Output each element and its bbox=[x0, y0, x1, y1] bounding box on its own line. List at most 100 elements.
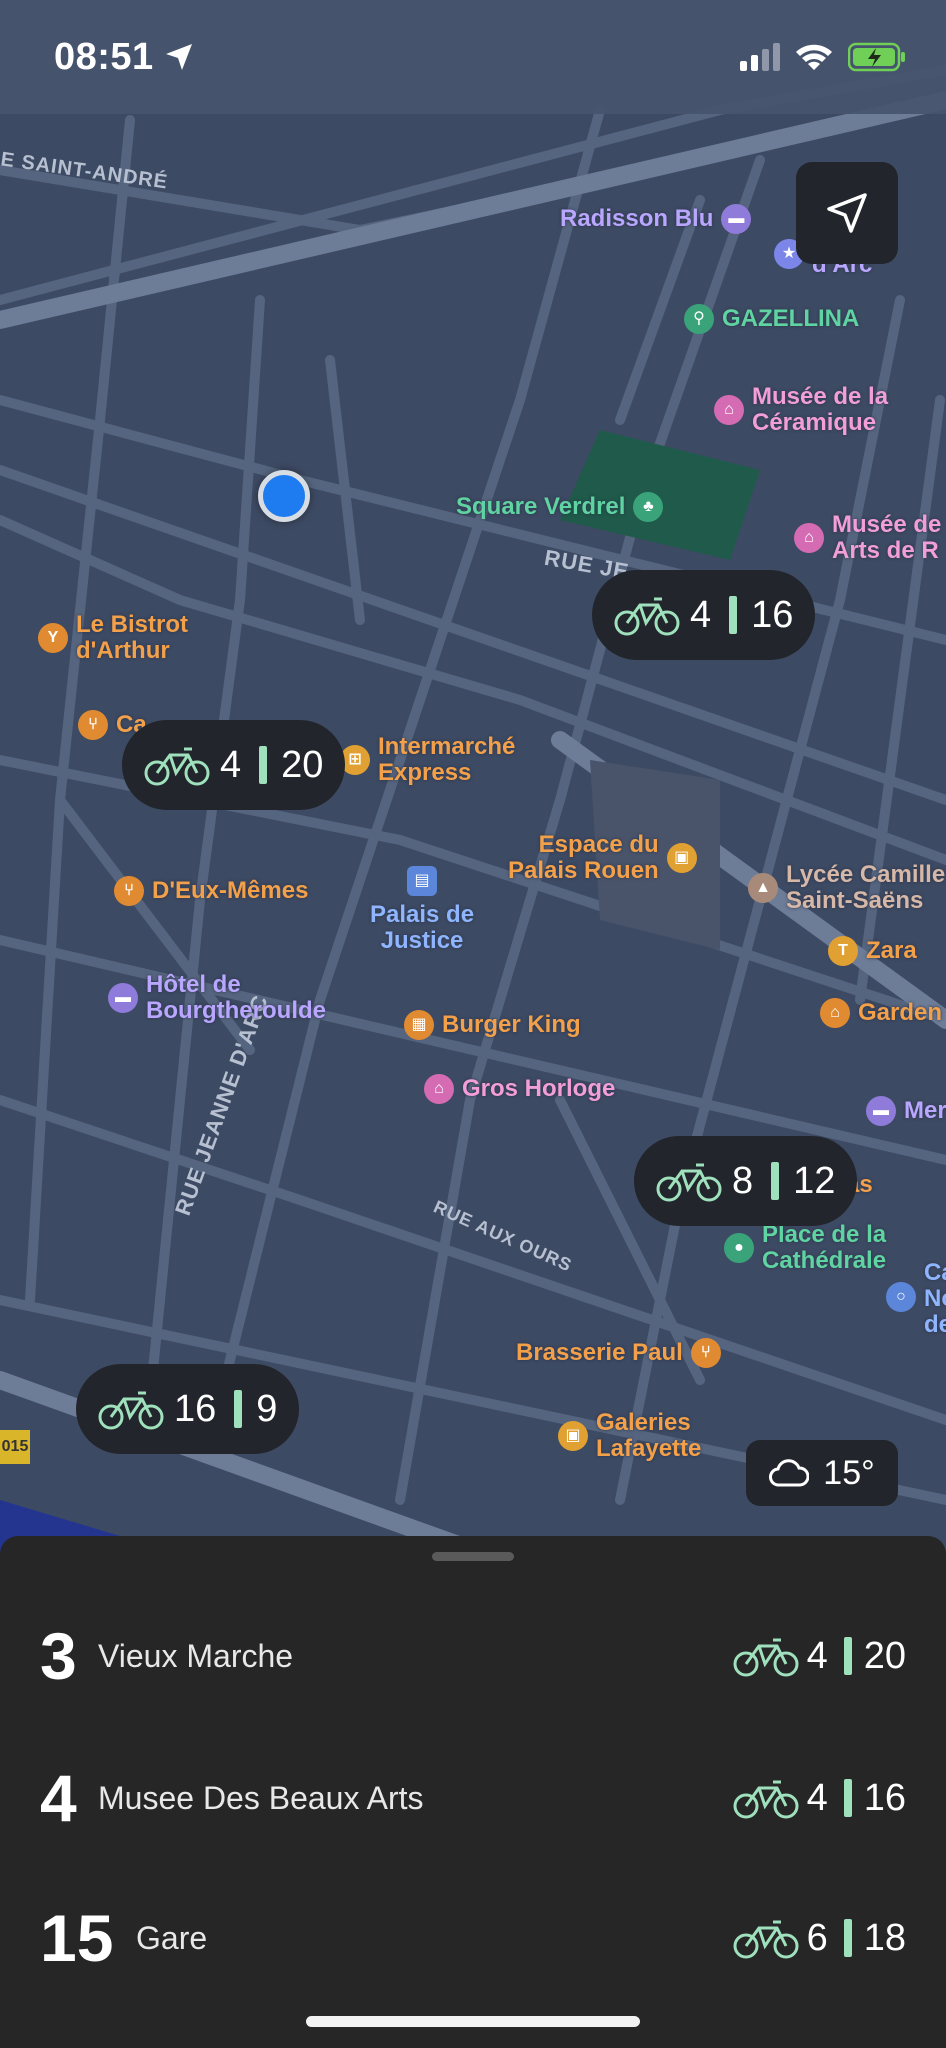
wifi-icon bbox=[796, 44, 832, 70]
poi-deux-memes[interactable]: ⑂ D'Eux-Mêmes bbox=[114, 876, 308, 906]
poi-label: Radisson Blu bbox=[560, 205, 714, 232]
poi-label: Cathédrale bbox=[762, 1247, 887, 1274]
poi-label: Lafayette bbox=[596, 1435, 702, 1462]
restaurant-icon: ⑂ bbox=[78, 710, 108, 740]
poi-zara[interactable]: T Zara bbox=[828, 936, 917, 966]
poi-label: Gros Horloge bbox=[462, 1075, 616, 1102]
dock-bar bbox=[771, 1162, 780, 1200]
poi-label: Hôtel de bbox=[146, 971, 241, 998]
user-location-dot bbox=[258, 470, 310, 522]
poi-burger-king[interactable]: ▦ Burger King bbox=[404, 1010, 581, 1040]
bike-icon bbox=[144, 747, 210, 786]
cocktail-icon: Y bbox=[38, 623, 68, 653]
home-indicator[interactable] bbox=[306, 2016, 640, 2027]
poi-espace-du-palais[interactable]: Espace du Palais Rouen ▣ bbox=[508, 832, 697, 884]
shopping-bag-icon: ▣ bbox=[558, 1421, 588, 1451]
poi-ca-notre-dame[interactable]: ○ CaNode bbox=[886, 1260, 946, 1338]
poi-place-de-la-cathedrale[interactable]: ● Place de la Cathédrale bbox=[724, 1222, 886, 1274]
locate-me-button[interactable] bbox=[796, 162, 898, 264]
poi-label: No bbox=[924, 1285, 946, 1312]
road-number-badge: 015 bbox=[0, 1430, 30, 1464]
walking-icon: ⚲ bbox=[684, 304, 714, 334]
bike-count: 16 bbox=[174, 1387, 217, 1430]
church-icon: ○ bbox=[886, 1282, 916, 1312]
poi-galeries-lafayette[interactable]: ▣ Galeries Lafayette bbox=[558, 1410, 701, 1462]
poi-brasserie-paul[interactable]: Brasserie Paul ⑂ bbox=[516, 1338, 721, 1368]
bike-count: 4 bbox=[220, 743, 242, 786]
station-number: 3 bbox=[40, 1619, 77, 1693]
poi-label: Garden bbox=[858, 999, 943, 1026]
fast-food-icon: ▦ bbox=[404, 1010, 434, 1040]
bike-icon bbox=[614, 597, 680, 636]
hotel-icon: ▬ bbox=[108, 983, 138, 1013]
station-row[interactable]: 4 Musee Des Beaux Arts 4 16 bbox=[0, 1738, 946, 1858]
location-services-icon bbox=[166, 44, 192, 70]
poi-label: Brasserie Paul bbox=[516, 1339, 683, 1366]
stations-bottom-sheet[interactable]: 3 Vieux Marche 4 20 4 Musee Des Beaux Art… bbox=[0, 1536, 946, 2048]
poi-garden[interactable]: ⌂ Garden bbox=[820, 998, 942, 1028]
bike-icon bbox=[733, 1920, 799, 1959]
poi-label: Espace du bbox=[538, 831, 659, 858]
poi-label: Lycée Camille bbox=[786, 861, 946, 888]
landmark-icon: ● bbox=[724, 1233, 754, 1263]
status-time: 08:51 bbox=[54, 36, 154, 78]
bike-icon bbox=[733, 1780, 799, 1819]
bike-count: 4 bbox=[806, 1634, 828, 1677]
station-availability: 4 20 bbox=[733, 1634, 906, 1678]
station-availability: 6 18 bbox=[733, 1916, 906, 1960]
poi-lycee[interactable]: ▲ Lycée Camille Saint-Saëns bbox=[748, 862, 945, 914]
poi-label: Express bbox=[378, 759, 472, 786]
bike-count: 8 bbox=[732, 1159, 754, 1202]
poi-musee-ceramique[interactable]: ⌂ Musée de la Céramique bbox=[714, 384, 888, 436]
poi-musee-arts[interactable]: ⌂ Musée de Arts de R bbox=[794, 512, 941, 564]
poi-radisson-blu[interactable]: Radisson Blu ▬ bbox=[560, 204, 752, 234]
map-view[interactable]: E SAINT-ANDRÉ RUE JE RUE JEANNE D'ARC RU… bbox=[0, 0, 946, 1560]
restaurant-icon: ⑂ bbox=[690, 1338, 721, 1368]
station-number: 4 bbox=[40, 1761, 77, 1835]
station-pin-musee-beaux-arts[interactable]: 4 16 bbox=[592, 570, 816, 660]
dock-count: 12 bbox=[793, 1159, 836, 1202]
bike-count: 4 bbox=[806, 1776, 828, 1819]
station-number: 15 bbox=[40, 1901, 114, 1975]
station-row[interactable]: 15 Gare 6 18 bbox=[0, 1878, 946, 1998]
hotel-icon: ▬ bbox=[866, 1096, 896, 1126]
poi-mer[interactable]: ▬ Mer bbox=[866, 1096, 946, 1126]
poi-hotel-de-bourgtheroulde[interactable]: ▬ Hôtel de Bourgtheroulde bbox=[108, 972, 326, 1024]
poi-square-verdrel[interactable]: Square Verdrel ♣ bbox=[456, 492, 664, 522]
station-row[interactable]: 3 Vieux Marche 4 20 bbox=[0, 1596, 946, 1716]
dock-bar bbox=[843, 1637, 852, 1675]
school-icon: ▲ bbox=[748, 873, 778, 903]
dock-bar bbox=[843, 1919, 852, 1957]
station-pin-cathedrale[interactable]: 8 12 bbox=[634, 1136, 858, 1226]
hotel-icon: ▬ bbox=[721, 204, 752, 234]
poi-label: Arts de R bbox=[832, 537, 939, 564]
sheet-drag-handle[interactable] bbox=[432, 1552, 514, 1561]
poi-palais-de-justice[interactable]: ▤ Palais de Justice bbox=[370, 866, 474, 954]
poi-intermarche[interactable]: ⊞ Intermarché Express bbox=[340, 734, 515, 786]
poi-label: Galeries bbox=[596, 1409, 691, 1436]
poi-label: Palais de bbox=[370, 901, 475, 928]
station-pin-southwest[interactable]: 16 9 bbox=[76, 1364, 300, 1454]
poi-le-bistrot[interactable]: Y Le Bistrot d'Arthur bbox=[38, 612, 188, 664]
bike-icon bbox=[98, 1391, 164, 1430]
dock-bar bbox=[843, 1779, 852, 1817]
station-name: Gare bbox=[136, 1919, 208, 1956]
poi-label: Musée de bbox=[832, 511, 942, 538]
dock-count: 16 bbox=[863, 1776, 906, 1819]
museum-icon: ⌂ bbox=[714, 395, 744, 425]
poi-label: Musée de la bbox=[752, 383, 889, 410]
museum-icon: ⌂ bbox=[424, 1074, 454, 1104]
poi-label: Saint-Saëns bbox=[786, 887, 924, 914]
poi-gazellina[interactable]: ⚲ GAZELLINA bbox=[684, 304, 859, 334]
weather-badge: 15° bbox=[746, 1440, 898, 1506]
station-availability: 4 16 bbox=[733, 1776, 906, 1820]
cellular-signal-icon bbox=[740, 43, 780, 71]
shirt-icon: T bbox=[828, 936, 858, 966]
dock-bar bbox=[234, 1390, 243, 1428]
bike-icon bbox=[733, 1638, 799, 1677]
dock-bar bbox=[259, 746, 268, 784]
dock-count: 9 bbox=[256, 1387, 278, 1430]
poi-gros-horloge[interactable]: ⌂ Gros Horloge bbox=[424, 1074, 615, 1104]
dock-count: 18 bbox=[863, 1916, 906, 1959]
station-pin-vieux-marche[interactable]: 4 20 bbox=[122, 720, 346, 810]
